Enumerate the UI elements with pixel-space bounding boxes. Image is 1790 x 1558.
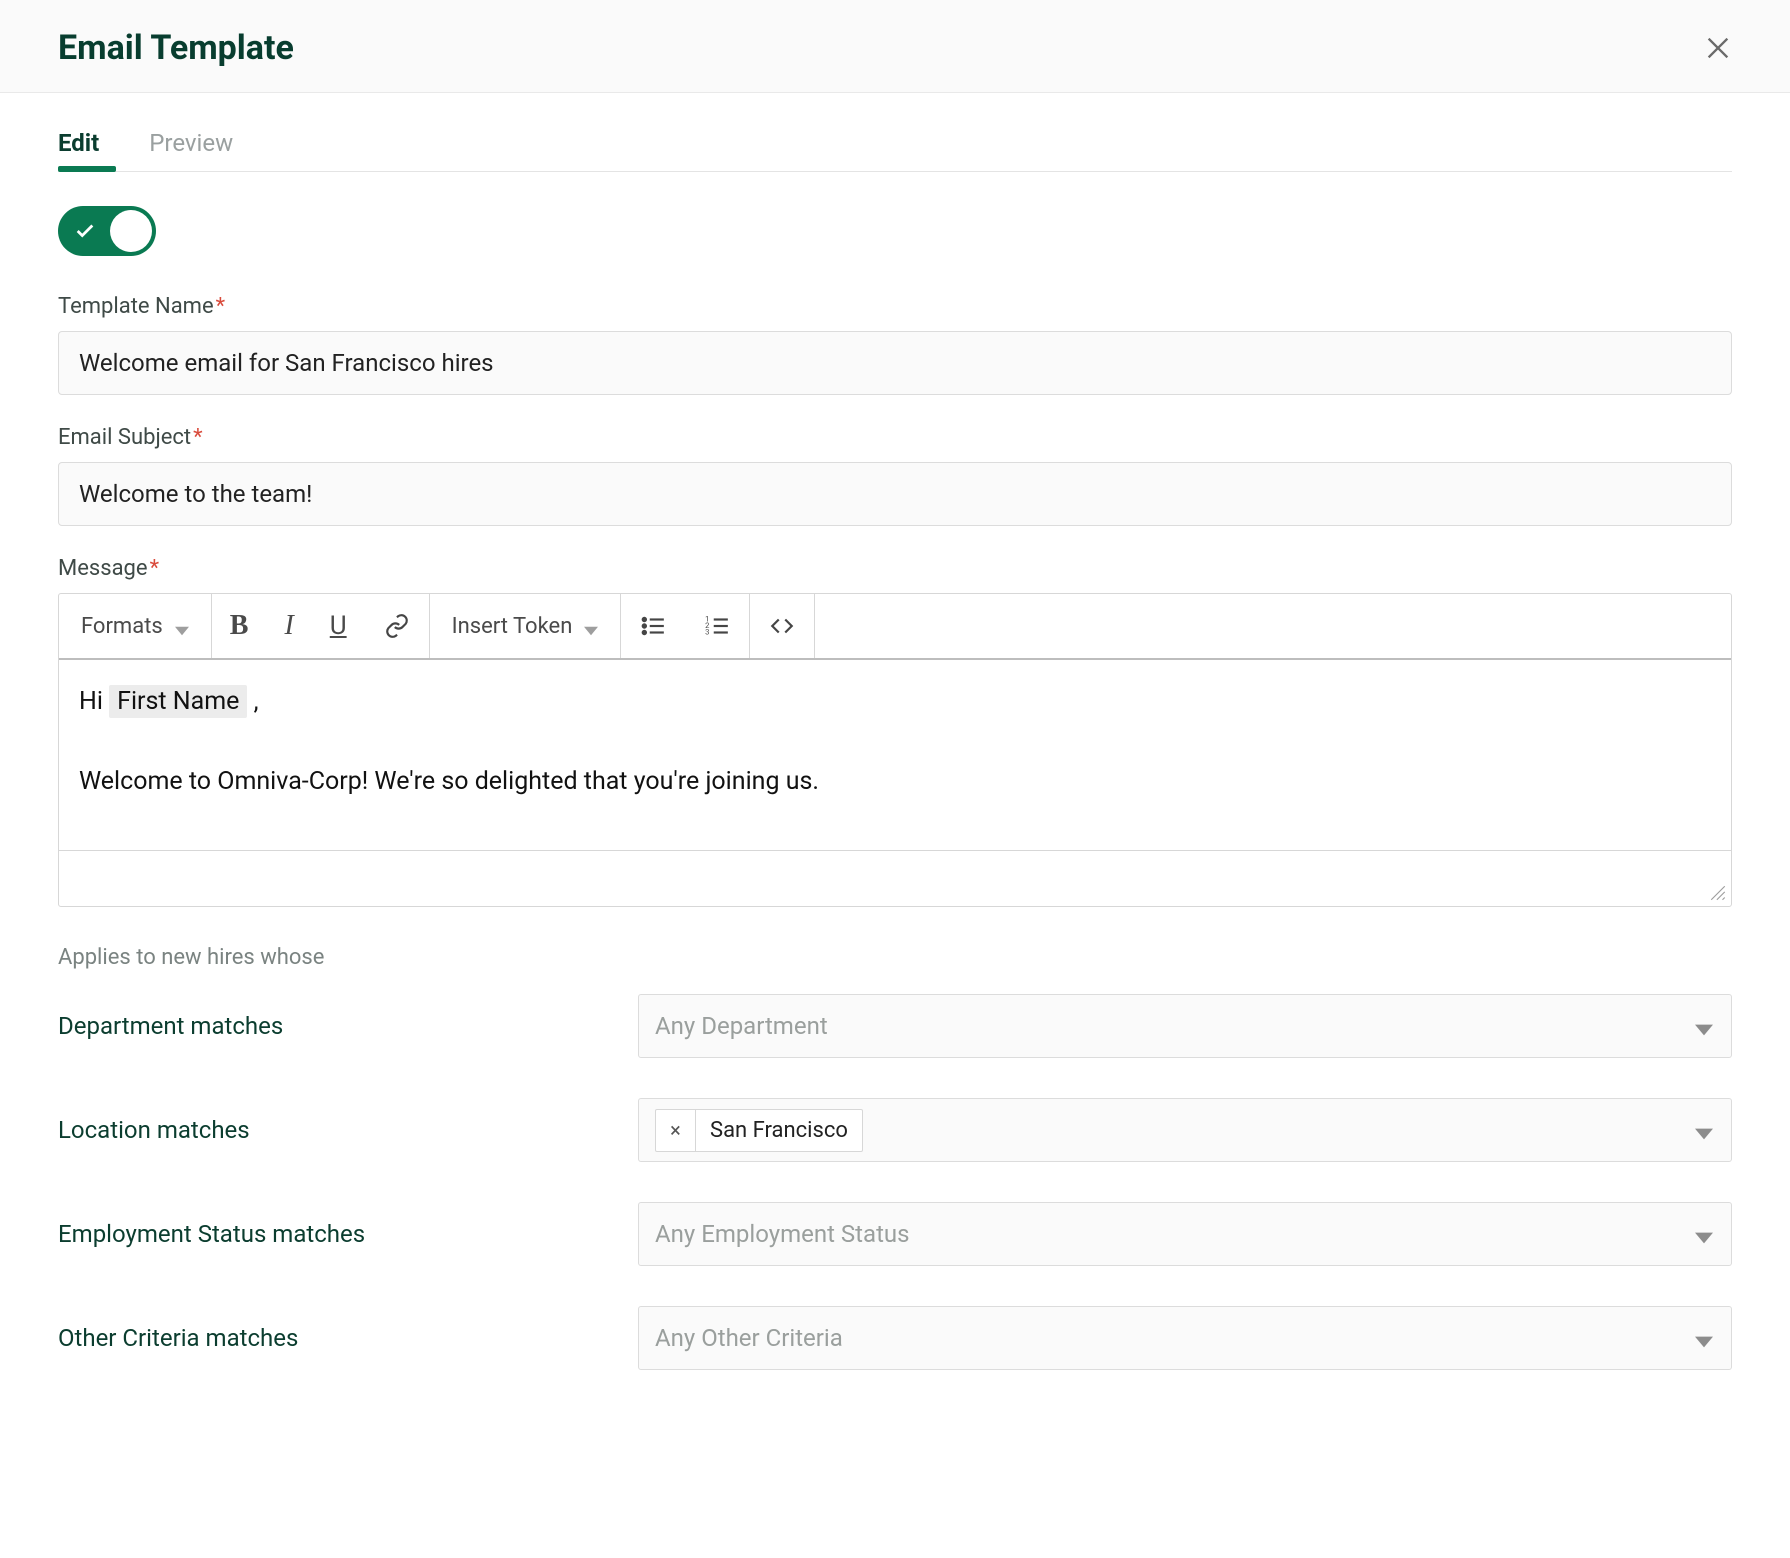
underline-icon: U <box>330 611 347 641</box>
chip-remove-icon[interactable]: × <box>656 1110 696 1151</box>
editor-footer <box>59 850 1731 906</box>
other-criteria-label: Other Criteria matches <box>58 1324 638 1352</box>
editor-toolbar: Formats B I U <box>59 594 1731 660</box>
link-icon <box>383 612 411 640</box>
template-name-label: Template Name* <box>58 294 1732 319</box>
message-line-2: Welcome to Omniva-Corp! We're so delight… <box>79 762 1711 802</box>
insert-token-dropdown[interactable]: Insert Token <box>430 594 621 658</box>
caret-down-icon <box>1695 1121 1713 1139</box>
message-label-text: Message <box>58 556 148 581</box>
template-name-label-text: Template Name <box>58 294 214 319</box>
caret-down-icon <box>1695 1225 1713 1243</box>
department-label: Department matches <box>58 1012 638 1040</box>
code-icon <box>768 612 796 640</box>
resize-handle[interactable] <box>1709 884 1727 902</box>
criteria-row-other: Other Criteria matches Any Other Criteri… <box>58 1306 1732 1370</box>
ordered-list-button[interactable]: 123 <box>685 594 749 658</box>
token-first-name[interactable]: First Name <box>109 685 247 718</box>
unordered-list-button[interactable] <box>621 594 685 658</box>
location-chip: × San Francisco <box>655 1109 863 1152</box>
required-asterisk: * <box>193 425 202 450</box>
email-subject-field: Email Subject* <box>58 425 1732 526</box>
email-subject-label-text: Email Subject <box>58 425 191 450</box>
close-icon[interactable] <box>1704 34 1732 62</box>
tabs: Edit Preview <box>58 129 1732 172</box>
template-name-field: Template Name* <box>58 294 1732 395</box>
employment-status-select[interactable]: Any Employment Status <box>638 1202 1732 1266</box>
criteria-row-employment-status: Employment Status matches Any Employment… <box>58 1202 1732 1266</box>
template-name-input[interactable] <box>58 331 1732 395</box>
enabled-toggle[interactable] <box>58 206 156 256</box>
greeting-prefix: Hi <box>79 687 109 716</box>
other-criteria-select[interactable]: Any Other Criteria <box>638 1306 1732 1370</box>
caret-down-icon <box>584 619 598 633</box>
svg-text:3: 3 <box>705 628 709 637</box>
modal-content: Edit Preview Template Name* Email Subjec… <box>0 93 1790 1450</box>
ordered-list-icon: 123 <box>703 612 731 640</box>
location-select[interactable]: × San Francisco <box>638 1098 1732 1162</box>
caret-down-icon <box>175 619 189 633</box>
required-asterisk: * <box>150 556 159 581</box>
caret-down-icon <box>1695 1329 1713 1347</box>
editor-body[interactable]: Hi First Name , Welcome to Omniva-Corp! … <box>59 660 1731 850</box>
italic-button[interactable]: I <box>266 594 311 658</box>
italic-icon: I <box>284 610 293 642</box>
message-label: Message* <box>58 556 1732 581</box>
code-view-button[interactable] <box>750 594 814 658</box>
modal-header: Email Template <box>0 0 1790 93</box>
tab-preview[interactable]: Preview <box>149 129 233 171</box>
message-field: Message* Formats B I U <box>58 556 1732 907</box>
bold-icon: B <box>230 610 249 642</box>
email-subject-input[interactable] <box>58 462 1732 526</box>
formats-dropdown[interactable]: Formats <box>59 594 211 658</box>
formats-label: Formats <box>81 614 163 639</box>
bold-button[interactable]: B <box>212 594 267 658</box>
insert-token-label: Insert Token <box>452 614 573 639</box>
rich-text-editor: Formats B I U <box>58 593 1732 907</box>
chip-label: San Francisco <box>696 1110 862 1151</box>
criteria-row-department: Department matches Any Department <box>58 994 1732 1058</box>
criteria-row-location: Location matches × San Francisco <box>58 1098 1732 1162</box>
caret-down-icon <box>1695 1017 1713 1035</box>
tab-edit[interactable]: Edit <box>58 129 99 171</box>
link-button[interactable] <box>365 594 429 658</box>
check-icon <box>74 220 96 242</box>
criteria-intro: Applies to new hires whose <box>58 945 1732 970</box>
required-asterisk: * <box>216 294 225 319</box>
other-criteria-placeholder: Any Other Criteria <box>655 1324 843 1352</box>
toggle-knob <box>110 210 152 252</box>
greeting-suffix: , <box>247 687 258 716</box>
email-subject-label: Email Subject* <box>58 425 1732 450</box>
employment-status-label: Employment Status matches <box>58 1220 638 1248</box>
department-placeholder: Any Department <box>655 1012 828 1040</box>
modal-title: Email Template <box>58 28 294 68</box>
message-line-1: Hi First Name , <box>79 682 1711 722</box>
employment-status-placeholder: Any Employment Status <box>655 1220 910 1248</box>
location-label: Location matches <box>58 1116 638 1144</box>
department-select[interactable]: Any Department <box>638 994 1732 1058</box>
underline-button[interactable]: U <box>312 594 365 658</box>
unordered-list-icon <box>639 612 667 640</box>
